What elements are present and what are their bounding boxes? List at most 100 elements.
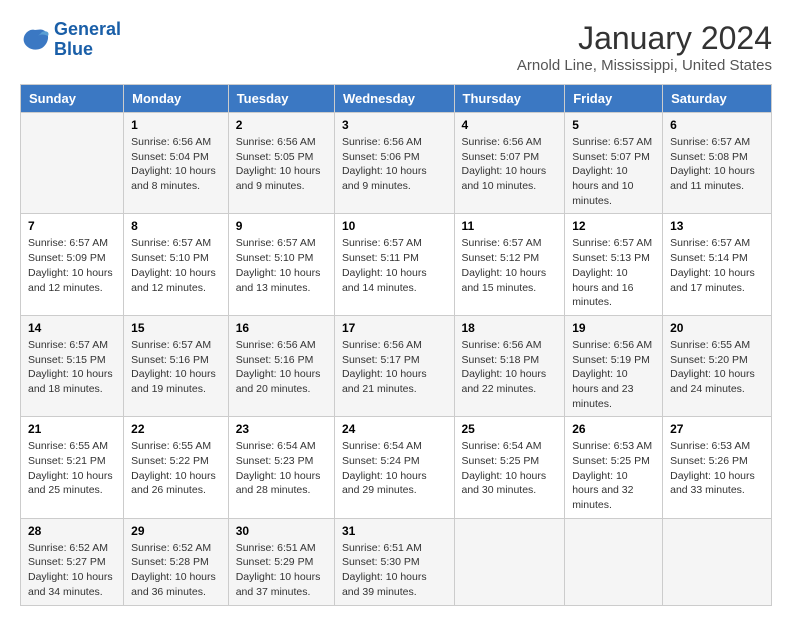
calendar-cell: 20 Sunrise: 6:55 AM Sunset: 5:20 PM Dayl… (663, 315, 772, 416)
header-saturday: Saturday (663, 85, 772, 113)
calendar-cell: 8 Sunrise: 6:57 AM Sunset: 5:10 PM Dayli… (124, 214, 229, 315)
logo-text: General Blue (54, 20, 121, 60)
day-number: 1 (131, 118, 221, 132)
calendar-cell: 21 Sunrise: 6:55 AM Sunset: 5:21 PM Dayl… (21, 417, 124, 518)
day-info: Sunrise: 6:56 AM Sunset: 5:19 PM Dayligh… (572, 338, 655, 411)
day-info: Sunrise: 6:52 AM Sunset: 5:28 PM Dayligh… (131, 541, 221, 600)
week-row-3: 21 Sunrise: 6:55 AM Sunset: 5:21 PM Dayl… (21, 417, 772, 518)
calendar-cell: 13 Sunrise: 6:57 AM Sunset: 5:14 PM Dayl… (663, 214, 772, 315)
day-number: 2 (236, 118, 327, 132)
day-info: Sunrise: 6:57 AM Sunset: 5:10 PM Dayligh… (131, 236, 221, 295)
calendar-cell: 3 Sunrise: 6:56 AM Sunset: 5:06 PM Dayli… (334, 113, 454, 214)
calendar-cell: 31 Sunrise: 6:51 AM Sunset: 5:30 PM Dayl… (334, 518, 454, 605)
calendar-cell: 28 Sunrise: 6:52 AM Sunset: 5:27 PM Dayl… (21, 518, 124, 605)
week-row-0: 1 Sunrise: 6:56 AM Sunset: 5:04 PM Dayli… (21, 113, 772, 214)
calendar-cell: 19 Sunrise: 6:56 AM Sunset: 5:19 PM Dayl… (565, 315, 663, 416)
logo-line1: General (54, 19, 121, 39)
day-info: Sunrise: 6:55 AM Sunset: 5:21 PM Dayligh… (28, 439, 116, 498)
day-number: 5 (572, 118, 655, 132)
day-info: Sunrise: 6:55 AM Sunset: 5:22 PM Dayligh… (131, 439, 221, 498)
day-number: 23 (236, 422, 327, 436)
calendar-cell (21, 113, 124, 214)
calendar-cell: 27 Sunrise: 6:53 AM Sunset: 5:26 PM Dayl… (663, 417, 772, 518)
day-number: 29 (131, 524, 221, 538)
day-info: Sunrise: 6:56 AM Sunset: 5:06 PM Dayligh… (342, 135, 447, 194)
day-info: Sunrise: 6:51 AM Sunset: 5:29 PM Dayligh… (236, 541, 327, 600)
day-number: 21 (28, 422, 116, 436)
week-row-2: 14 Sunrise: 6:57 AM Sunset: 5:15 PM Dayl… (21, 315, 772, 416)
day-number: 18 (462, 321, 558, 335)
header-row: SundayMondayTuesdayWednesdayThursdayFrid… (21, 85, 772, 113)
calendar-cell: 11 Sunrise: 6:57 AM Sunset: 5:12 PM Dayl… (454, 214, 565, 315)
calendar-cell: 10 Sunrise: 6:57 AM Sunset: 5:11 PM Dayl… (334, 214, 454, 315)
calendar-table: SundayMondayTuesdayWednesdayThursdayFrid… (20, 84, 772, 606)
day-info: Sunrise: 6:53 AM Sunset: 5:25 PM Dayligh… (572, 439, 655, 512)
calendar-cell (565, 518, 663, 605)
day-number: 17 (342, 321, 447, 335)
calendar-cell: 16 Sunrise: 6:56 AM Sunset: 5:16 PM Dayl… (228, 315, 334, 416)
day-info: Sunrise: 6:54 AM Sunset: 5:23 PM Dayligh… (236, 439, 327, 498)
logo: General Blue (20, 20, 121, 60)
header-sunday: Sunday (21, 85, 124, 113)
day-info: Sunrise: 6:53 AM Sunset: 5:26 PM Dayligh… (670, 439, 764, 498)
header-friday: Friday (565, 85, 663, 113)
header-tuesday: Tuesday (228, 85, 334, 113)
title-block: January 2024 Arnold Line, Mississippi, U… (517, 20, 772, 74)
header-monday: Monday (124, 85, 229, 113)
calendar-cell: 12 Sunrise: 6:57 AM Sunset: 5:13 PM Dayl… (565, 214, 663, 315)
day-number: 6 (670, 118, 764, 132)
day-number: 9 (236, 219, 327, 233)
day-info: Sunrise: 6:57 AM Sunset: 5:07 PM Dayligh… (572, 135, 655, 208)
calendar-cell: 9 Sunrise: 6:57 AM Sunset: 5:10 PM Dayli… (228, 214, 334, 315)
day-number: 13 (670, 219, 764, 233)
header-thursday: Thursday (454, 85, 565, 113)
location: Arnold Line, Mississippi, United States (517, 57, 772, 74)
calendar-cell: 7 Sunrise: 6:57 AM Sunset: 5:09 PM Dayli… (21, 214, 124, 315)
day-number: 7 (28, 219, 116, 233)
calendar-cell: 26 Sunrise: 6:53 AM Sunset: 5:25 PM Dayl… (565, 417, 663, 518)
calendar-cell: 24 Sunrise: 6:54 AM Sunset: 5:24 PM Dayl… (334, 417, 454, 518)
header-wednesday: Wednesday (334, 85, 454, 113)
day-info: Sunrise: 6:57 AM Sunset: 5:15 PM Dayligh… (28, 338, 116, 397)
day-number: 22 (131, 422, 221, 436)
day-info: Sunrise: 6:55 AM Sunset: 5:20 PM Dayligh… (670, 338, 764, 397)
day-number: 15 (131, 321, 221, 335)
calendar-cell: 4 Sunrise: 6:56 AM Sunset: 5:07 PM Dayli… (454, 113, 565, 214)
day-info: Sunrise: 6:57 AM Sunset: 5:12 PM Dayligh… (462, 236, 558, 295)
calendar-cell: 25 Sunrise: 6:54 AM Sunset: 5:25 PM Dayl… (454, 417, 565, 518)
calendar-cell: 5 Sunrise: 6:57 AM Sunset: 5:07 PM Dayli… (565, 113, 663, 214)
week-row-4: 28 Sunrise: 6:52 AM Sunset: 5:27 PM Dayl… (21, 518, 772, 605)
month-title: January 2024 (517, 20, 772, 57)
calendar-cell: 1 Sunrise: 6:56 AM Sunset: 5:04 PM Dayli… (124, 113, 229, 214)
calendar-cell: 14 Sunrise: 6:57 AM Sunset: 5:15 PM Dayl… (21, 315, 124, 416)
day-number: 31 (342, 524, 447, 538)
day-number: 19 (572, 321, 655, 335)
day-info: Sunrise: 6:57 AM Sunset: 5:08 PM Dayligh… (670, 135, 764, 194)
day-info: Sunrise: 6:56 AM Sunset: 5:17 PM Dayligh… (342, 338, 447, 397)
day-number: 14 (28, 321, 116, 335)
day-info: Sunrise: 6:57 AM Sunset: 5:11 PM Dayligh… (342, 236, 447, 295)
day-info: Sunrise: 6:56 AM Sunset: 5:16 PM Dayligh… (236, 338, 327, 397)
day-number: 20 (670, 321, 764, 335)
day-info: Sunrise: 6:51 AM Sunset: 5:30 PM Dayligh… (342, 541, 447, 600)
day-number: 25 (462, 422, 558, 436)
calendar-cell (663, 518, 772, 605)
calendar-cell: 23 Sunrise: 6:54 AM Sunset: 5:23 PM Dayl… (228, 417, 334, 518)
day-number: 16 (236, 321, 327, 335)
week-row-1: 7 Sunrise: 6:57 AM Sunset: 5:09 PM Dayli… (21, 214, 772, 315)
day-info: Sunrise: 6:57 AM Sunset: 5:10 PM Dayligh… (236, 236, 327, 295)
day-number: 30 (236, 524, 327, 538)
day-info: Sunrise: 6:52 AM Sunset: 5:27 PM Dayligh… (28, 541, 116, 600)
day-info: Sunrise: 6:56 AM Sunset: 5:18 PM Dayligh… (462, 338, 558, 397)
calendar-cell: 22 Sunrise: 6:55 AM Sunset: 5:22 PM Dayl… (124, 417, 229, 518)
day-number: 27 (670, 422, 764, 436)
page-header: General Blue January 2024 Arnold Line, M… (20, 20, 772, 74)
day-number: 11 (462, 219, 558, 233)
day-number: 12 (572, 219, 655, 233)
calendar-cell: 30 Sunrise: 6:51 AM Sunset: 5:29 PM Dayl… (228, 518, 334, 605)
day-info: Sunrise: 6:54 AM Sunset: 5:24 PM Dayligh… (342, 439, 447, 498)
calendar-cell: 17 Sunrise: 6:56 AM Sunset: 5:17 PM Dayl… (334, 315, 454, 416)
calendar-cell: 18 Sunrise: 6:56 AM Sunset: 5:18 PM Dayl… (454, 315, 565, 416)
calendar-cell (454, 518, 565, 605)
logo-icon (20, 26, 50, 54)
